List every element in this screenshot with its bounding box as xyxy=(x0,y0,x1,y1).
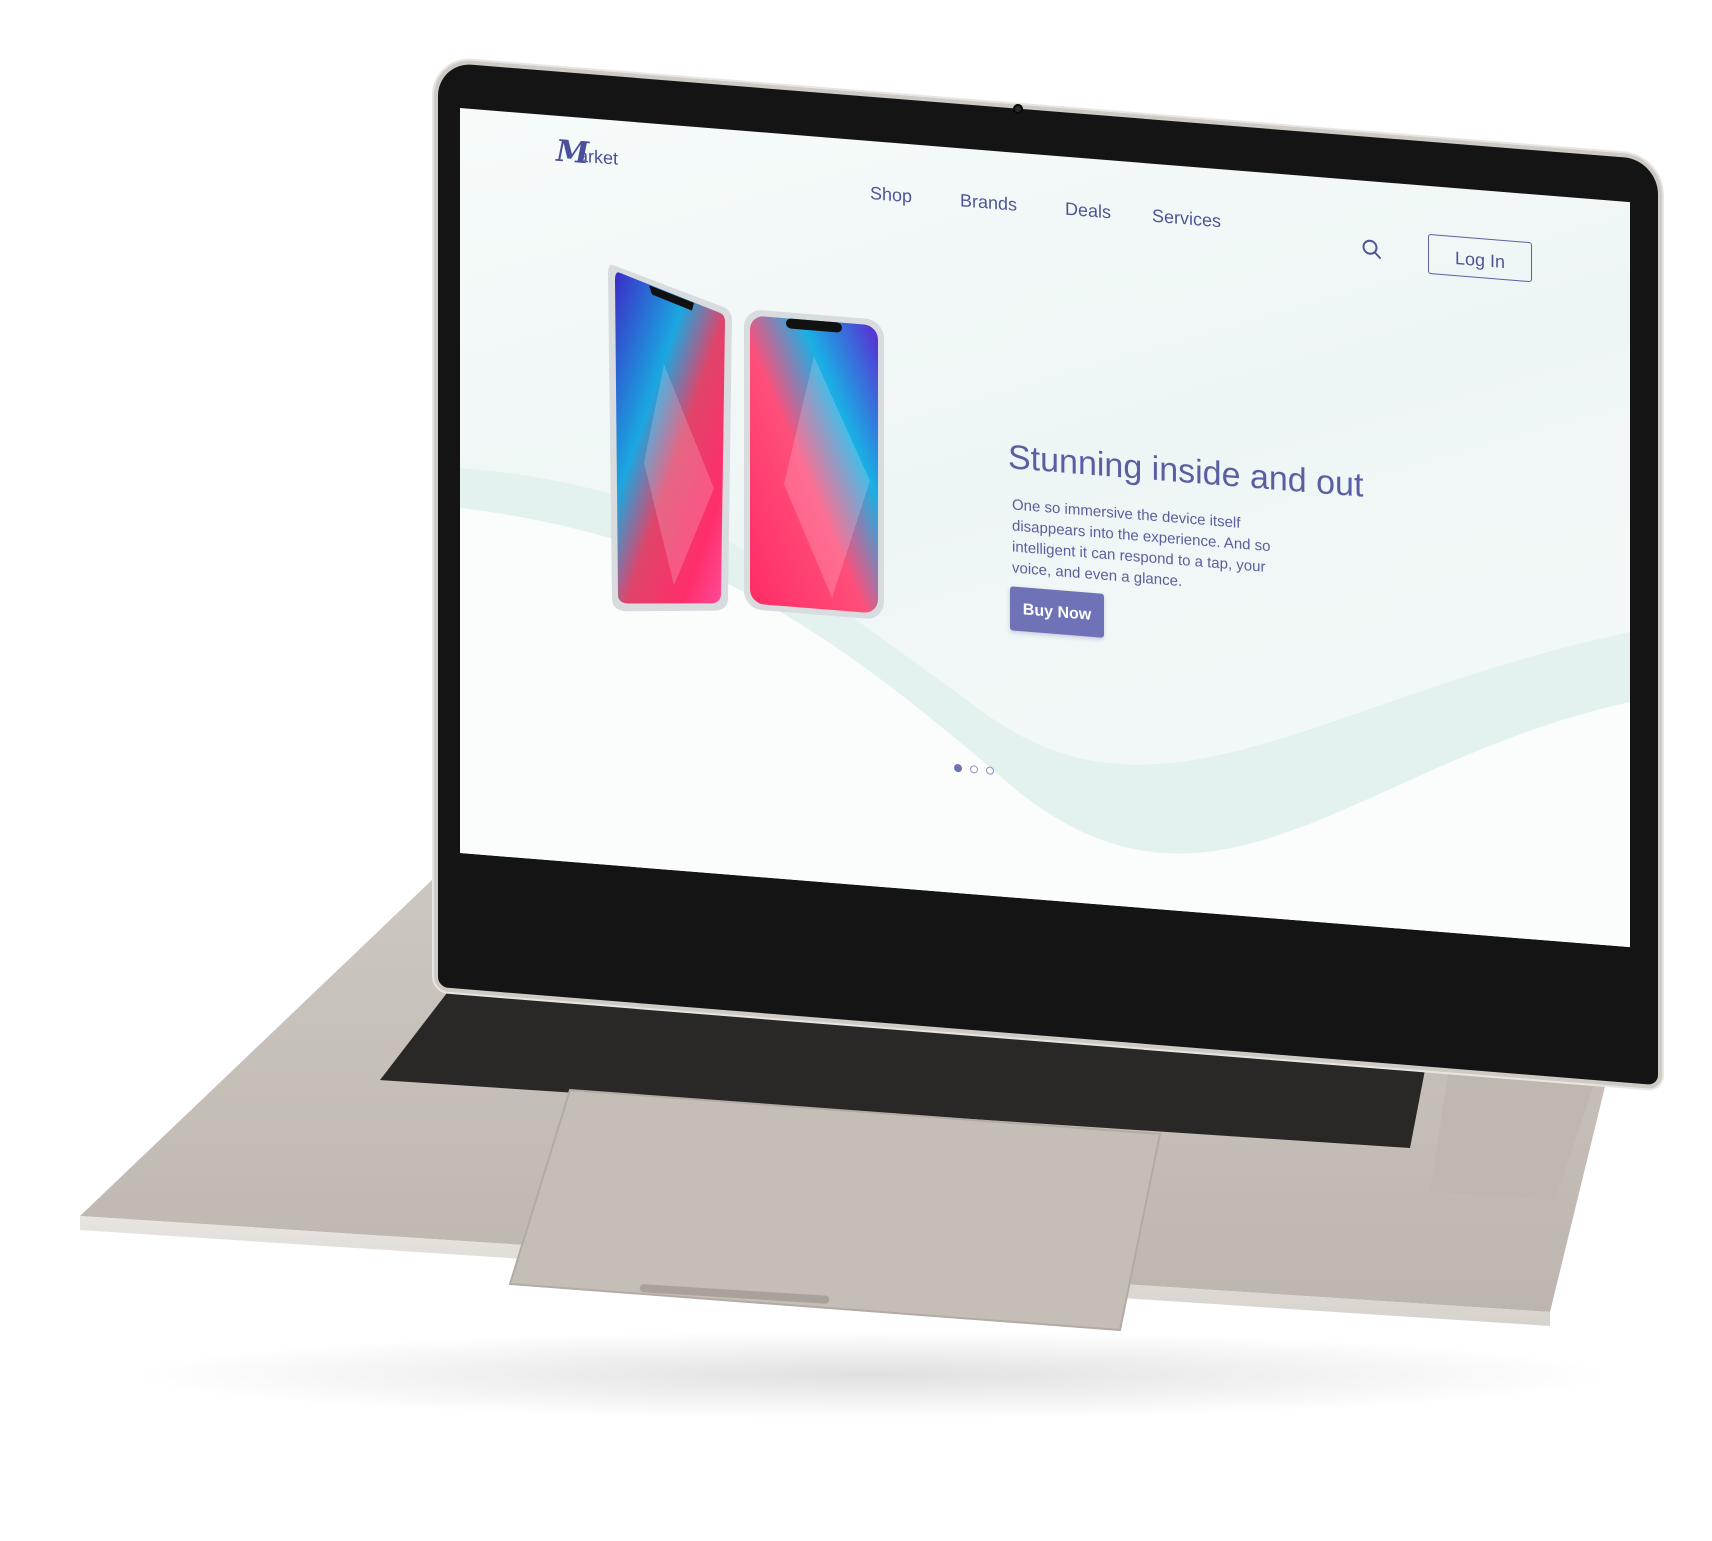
laptop-mockup: M arket Shop Brands Deals Services Log I… xyxy=(0,0,1712,1541)
phone-right xyxy=(744,310,884,619)
login-button[interactable]: Log In xyxy=(1428,233,1532,283)
screen: M arket Shop Brands Deals Services Log I… xyxy=(460,108,1630,948)
logo-text: arket xyxy=(578,145,619,169)
carousel-dot-1[interactable] xyxy=(954,763,962,773)
carousel-dot-3[interactable] xyxy=(986,766,994,775)
phone-left xyxy=(608,264,732,612)
nav-item-brands[interactable]: Brands xyxy=(960,190,1017,216)
nav-item-deals[interactable]: Deals xyxy=(1065,199,1111,224)
buy-now-button[interactable]: Buy Now xyxy=(1010,586,1104,638)
nav-item-shop[interactable]: Shop xyxy=(870,183,912,207)
camera-icon xyxy=(1013,104,1023,114)
search-icon[interactable] xyxy=(1360,236,1384,262)
brand-logo[interactable]: M arket xyxy=(556,134,636,190)
carousel-dot-2[interactable] xyxy=(970,765,978,774)
hero-phones-image xyxy=(604,260,904,644)
